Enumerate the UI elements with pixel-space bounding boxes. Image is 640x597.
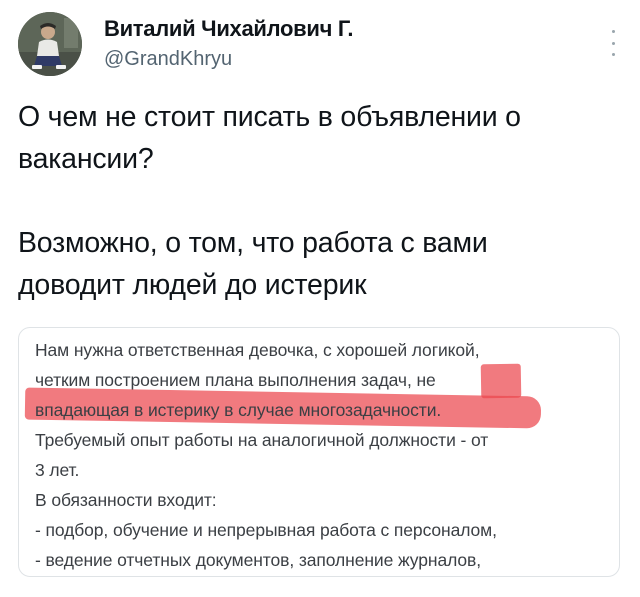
job-ad-line: Нам нужна ответственная девочка, с хорош…: [35, 340, 480, 360]
more-vertical-icon[interactable]: [606, 30, 620, 56]
more-dot: [611, 53, 615, 56]
job-ad-line: - подбор, обучение и непрерывная работа …: [35, 520, 497, 540]
tweet-header: Виталий Чихайлович Г. @GrandKhryu: [18, 10, 622, 80]
author-name[interactable]: Виталий Чихайлович Г.: [104, 16, 353, 42]
job-ad-line: В обязанности входит:: [35, 490, 217, 510]
job-ad-line: 3 лет.: [35, 460, 80, 480]
more-dot: [611, 41, 615, 45]
job-ad-line: четким построением плана выполнения зада…: [35, 370, 436, 390]
job-ad-screenshot[interactable]: Нам нужна ответственная девочка, с хорош…: [18, 327, 620, 577]
avatar-image: [18, 12, 82, 76]
job-ad-line: Требуемый опыт работы на аналогичной дол…: [35, 430, 489, 450]
author-handle[interactable]: @GrandKhryu: [104, 48, 232, 71]
job-ad-line-highlighted: впадающая в истерику в случае многозадач…: [35, 400, 442, 420]
tweet-text: О чем не стоит писать в объявлении о вак…: [18, 101, 521, 301]
more-dot: [611, 30, 615, 33]
highlight-marker: [480, 363, 522, 399]
job-ad-line: - ведение отчетных документов, заполнени…: [35, 550, 481, 570]
avatar[interactable]: [18, 12, 82, 76]
